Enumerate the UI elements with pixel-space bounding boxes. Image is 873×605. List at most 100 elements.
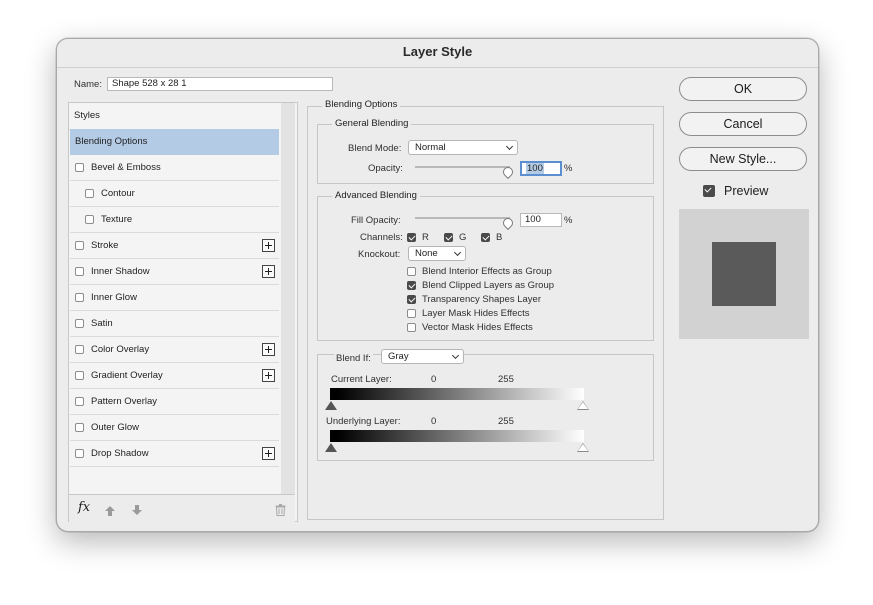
layer-mask-hides-effects-checkbox[interactable] [407, 309, 416, 318]
add-inner-shadow-icon[interactable] [262, 265, 275, 278]
color-overlay-checkbox[interactable] [75, 345, 84, 354]
channel-b-checkbox[interactable] [481, 233, 490, 242]
style-item-label: Blending Options [75, 136, 148, 147]
style-item-label: Outer Glow [91, 422, 140, 433]
inner-shadow-checkbox[interactable] [75, 267, 84, 276]
blend-if-select[interactable]: Gray [381, 349, 464, 364]
vector-mask-hides-effects-label: Vector Mask Hides Effects [422, 322, 533, 333]
styles-header-label: Styles [74, 110, 100, 121]
layer-mask-hides-effects-label: Layer Mask Hides Effects [422, 308, 530, 319]
style-item-pattern-overlay[interactable]: Pattern Overlay [70, 389, 279, 415]
fill-opacity-input[interactable]: 100 [520, 213, 562, 227]
style-item-label: Pattern Overlay [91, 396, 157, 407]
current-layer-low: 0 [431, 374, 437, 385]
stroke-checkbox[interactable] [75, 241, 84, 250]
style-item-label: Drop Shadow [91, 448, 149, 459]
underlying-layer-black-handle[interactable] [325, 443, 337, 452]
underlying-layer-high: 255 [498, 416, 514, 427]
transparency-shapes-layer-label: Transparency Shapes Layer [422, 294, 541, 305]
preview-label: Preview [724, 184, 769, 198]
underlying-layer-white-handle[interactable] [577, 443, 589, 452]
blend-interior-effects-as-group-label: Blend Interior Effects as Group [422, 266, 552, 277]
style-item-outer-glow[interactable]: Outer Glow [70, 415, 279, 441]
fill-opacity-unit: % [564, 215, 573, 226]
style-item-bevel-emboss[interactable]: Bevel & Emboss [70, 155, 279, 181]
current-layer-white-handle[interactable] [577, 401, 589, 410]
opacity-input[interactable]: 100 [520, 161, 562, 176]
fx-button[interactable]: fx [78, 500, 90, 515]
general-blending-title: General Blending [332, 118, 412, 129]
blend-mode-label: Blend Mode: [348, 143, 402, 154]
style-item-satin[interactable]: Satin [70, 311, 279, 337]
ok-button[interactable]: OK [679, 77, 807, 101]
trash-icon[interactable] [275, 503, 286, 521]
add-drop-shadow-icon[interactable] [262, 447, 275, 460]
style-item-stroke[interactable]: Stroke [70, 233, 279, 259]
opacity-slider[interactable] [415, 166, 510, 168]
channels-label: Channels: [360, 232, 403, 243]
style-item-label: Contour [101, 188, 135, 199]
style-item-inner-glow[interactable]: Inner Glow [70, 285, 279, 311]
opacity-unit: % [564, 163, 573, 174]
move-up-icon[interactable] [104, 504, 116, 522]
blend-clipped-layers-as-group-checkbox[interactable] [407, 281, 416, 290]
chevron-down-icon [453, 248, 462, 257]
name-input[interactable]: Shape 528 x 28 1 [107, 77, 333, 91]
style-item-contour[interactable]: Contour [70, 181, 279, 207]
transparency-shapes-layer-checkbox[interactable] [407, 295, 416, 304]
underlying-layer-low: 0 [431, 416, 437, 427]
opacity-label: Opacity: [368, 163, 403, 174]
cancel-button[interactable]: Cancel [679, 112, 807, 136]
style-item-drop-shadow[interactable]: Drop Shadow [70, 441, 279, 467]
dialog-title: Layer Style [402, 44, 473, 59]
drop-shadow-checkbox[interactable] [75, 449, 84, 458]
style-item-label: Stroke [91, 240, 119, 251]
title-bar[interactable]: Layer Style [57, 39, 818, 68]
style-item-label: Satin [91, 318, 113, 329]
channel-b-label: B [496, 232, 503, 243]
new-style-button[interactable]: New Style... [679, 147, 807, 171]
chevron-down-icon [505, 142, 514, 151]
style-item-texture[interactable]: Texture [70, 207, 279, 233]
pattern-overlay-checkbox[interactable] [75, 397, 84, 406]
blend-if-label: Blend If: [334, 353, 373, 364]
add-gradient-overlay-icon[interactable] [262, 369, 275, 382]
gradient-overlay-checkbox[interactable] [75, 371, 84, 380]
styles-list: Styles Blending Options Bevel & Emboss Con… [68, 102, 298, 522]
texture-checkbox[interactable] [85, 215, 94, 224]
style-item-gradient-overlay[interactable]: Gradient Overlay [70, 363, 279, 389]
style-item-label: Bevel & Emboss [91, 162, 161, 173]
channel-g-checkbox[interactable] [444, 233, 453, 242]
style-item-inner-shadow[interactable]: Inner Shadow [70, 259, 279, 285]
inner-glow-checkbox[interactable] [75, 293, 84, 302]
advanced-blending-group: Advanced Blending Fill Opacity: 100 % Ch… [317, 190, 654, 341]
current-layer-black-handle[interactable] [325, 401, 337, 410]
preview-checkbox[interactable] [703, 185, 715, 197]
preview-swatch [712, 242, 776, 306]
chevron-down-icon [451, 351, 460, 360]
outer-glow-checkbox[interactable] [75, 423, 84, 432]
satin-checkbox[interactable] [75, 319, 84, 328]
blend-mode-value: Normal [415, 142, 446, 153]
channel-r-checkbox[interactable] [407, 233, 416, 242]
contour-checkbox[interactable] [85, 189, 94, 198]
add-stroke-icon[interactable] [262, 239, 275, 252]
blending-options-panel: Blending Options General Blending Blend … [307, 99, 664, 520]
vector-mask-hides-effects-checkbox[interactable] [407, 323, 416, 332]
preview-area [679, 209, 809, 339]
knockout-select[interactable]: None [408, 246, 466, 261]
add-color-overlay-icon[interactable] [262, 343, 275, 356]
move-down-icon[interactable] [131, 503, 143, 521]
blend-interior-effects-as-group-checkbox[interactable] [407, 267, 416, 276]
bevel-emboss-checkbox[interactable] [75, 163, 84, 172]
style-item-blending-options[interactable]: Blending Options [70, 129, 279, 155]
fill-opacity-slider[interactable] [415, 217, 510, 219]
styles-header[interactable]: Styles [69, 103, 278, 130]
list-scrollbar[interactable] [281, 103, 295, 494]
blend-mode-select[interactable]: Normal [408, 140, 518, 155]
blending-options-title: Blending Options [322, 99, 401, 110]
knockout-label: Knockout: [358, 249, 401, 260]
knockout-value: None [415, 248, 438, 259]
style-item-color-overlay[interactable]: Color Overlay [70, 337, 279, 363]
channel-r-label: R [422, 232, 429, 243]
